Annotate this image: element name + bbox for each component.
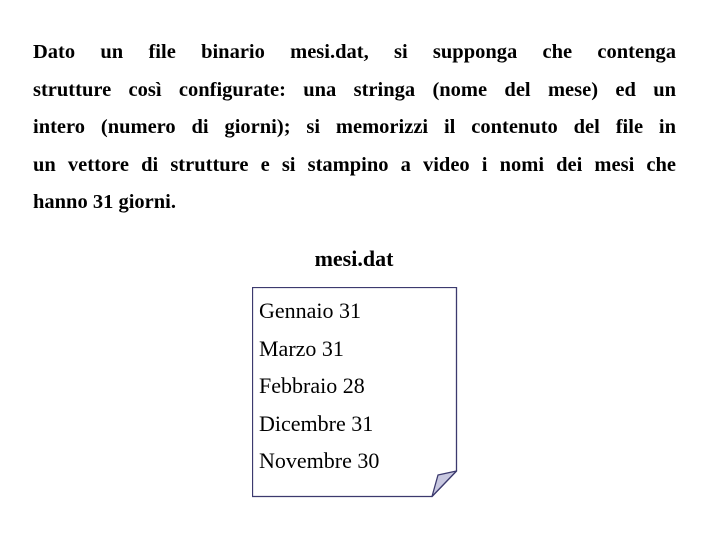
exercise-line: Dato un file binario mesi.dat, si suppon… — [33, 41, 676, 63]
file-record: Novembre 30 — [259, 448, 380, 473]
file-record: Febbraio 28 — [259, 373, 365, 398]
file-record: Marzo 31 — [259, 335, 344, 361]
file-record: Gennaio 31 — [259, 298, 362, 323]
exercise-line: strutture così configurate: una stringa … — [33, 78, 676, 101]
file-record: Dicembre 31 — [259, 410, 374, 436]
exercise-text: Dato un file binario mesi.dat, si suppon… — [33, 34, 676, 222]
exercise-line: un vettore di strutture e si stampino a … — [33, 153, 676, 176]
file-records: Gennaio 31 Marzo 31 Febbraio 28 Dicembre… — [259, 292, 379, 480]
exercise-line: hanno 31 giorni. — [33, 191, 176, 213]
file-name-label: mesi.dat — [314, 246, 394, 271]
exercise-line: intero (numero di giorni); si memorizzi … — [33, 116, 676, 138]
